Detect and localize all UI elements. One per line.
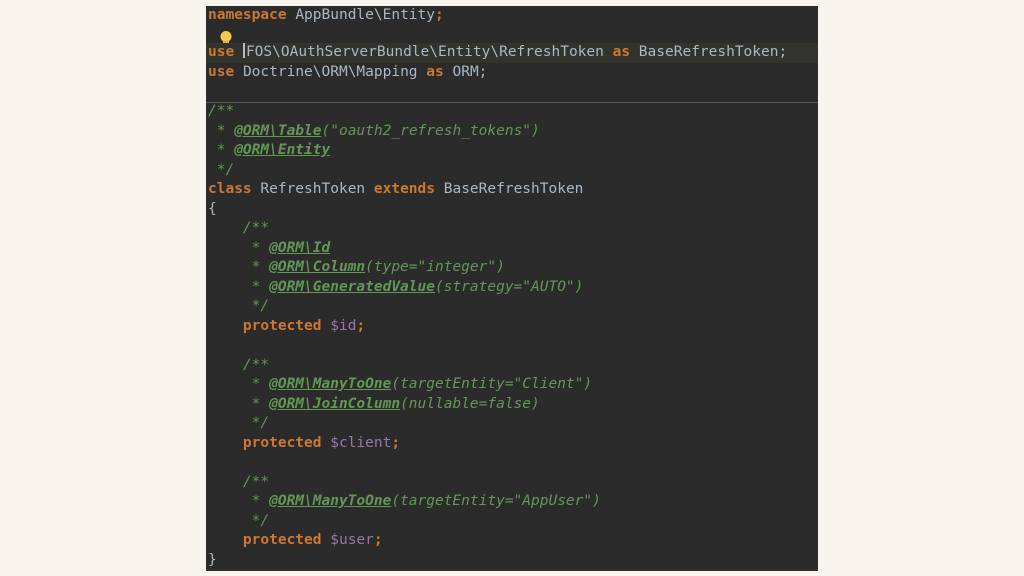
many-to-one-annotation[interactable]: @ORM\ManyToOne [269,493,391,509]
brace-line[interactable]: { [208,200,217,220]
namespace-line[interactable]: namespace AppBundle\Entity; [208,6,444,26]
as-keyword: as [612,44,631,60]
docblock-line[interactable]: * @ORM\ManyToOne(targetEntity="Client") [208,375,592,395]
docblock-line[interactable]: /** [208,219,269,239]
docblock-line[interactable]: * @ORM\JoinColumn(nullable=false) [208,395,540,415]
class-name: RefreshToken [260,181,366,197]
property-line-id[interactable]: protected $id; [208,317,365,337]
use-path: FOS\OAuthServerBundle\Entity\RefreshToke… [245,44,604,60]
use-line-doctrine[interactable]: use Doctrine\ORM\Mapping as ORM; [208,63,487,83]
use-path: Doctrine\ORM\Mapping [242,64,418,80]
docblock-line[interactable]: /** [208,102,234,122]
generated-value-annotation[interactable]: @ORM\GeneratedValue [269,279,435,295]
brace-line[interactable]: } [208,551,217,571]
docblock-line[interactable]: * @ORM\Entity [208,141,331,161]
parent-class-name: BaseRefreshToken [443,181,584,197]
namespace-keyword: namespace [208,7,287,23]
entity-annotation[interactable]: @ORM\Entity [234,142,330,158]
use-keyword: use [208,44,235,60]
table-annotation[interactable]: @ORM\Table [234,123,321,139]
join-column-annotation[interactable]: @ORM\JoinColumn [269,396,400,412]
method-separator [206,102,818,103]
property-id: $id [330,317,357,334]
use-keyword: use [208,64,235,80]
as-keyword: as [426,64,444,80]
property-line-user[interactable]: protected $user; [208,531,383,551]
protected-keyword: protected [242,434,322,451]
docblock-line[interactable]: /** [208,356,269,376]
docblock-line[interactable]: */ [208,512,269,532]
code-editor[interactable]: namespace AppBundle\Entity; use FOS\OAut… [206,6,818,571]
use-alias: ORM; [452,64,488,80]
use-line-fos[interactable]: use FOS\OAuthServerBundle\Entity\Refresh… [206,43,818,63]
docblock-line[interactable]: */ [208,161,234,181]
property-user: $user [330,532,374,548]
protected-keyword: protected [242,317,322,334]
many-to-one-annotation[interactable]: @ORM\ManyToOne [269,376,391,392]
docblock-line[interactable]: * @ORM\Table("oauth2_refresh_tokens") [208,122,540,142]
class-keyword: class [208,181,252,197]
docblock-line[interactable]: * @ORM\ManyToOne(targetEntity="AppUser") [208,492,601,512]
text-cursor [242,43,245,58]
property-line-client[interactable]: protected $client; [208,434,400,454]
namespace-name: AppBundle\Entity [295,7,435,23]
docblock-line[interactable]: * @ORM\Id [208,239,331,259]
id-annotation[interactable]: @ORM\Id [269,240,330,256]
use-alias: BaseRefreshToken; [638,44,788,60]
property-client: $client [330,434,392,451]
column-annotation[interactable]: @ORM\Column [269,259,365,275]
docblock-line[interactable]: * @ORM\GeneratedValue(strategy="AUTO") [208,278,584,298]
protected-keyword: protected [242,532,322,548]
docblock-line[interactable]: * @ORM\Column(type="integer") [208,258,505,278]
docblock-line[interactable]: */ [208,414,269,434]
class-declaration-line[interactable]: class RefreshToken extends BaseRefreshTo… [208,180,583,200]
docblock-line[interactable]: /** [208,473,269,493]
docblock-line[interactable]: */ [208,297,269,317]
extends-keyword: extends [373,181,435,197]
